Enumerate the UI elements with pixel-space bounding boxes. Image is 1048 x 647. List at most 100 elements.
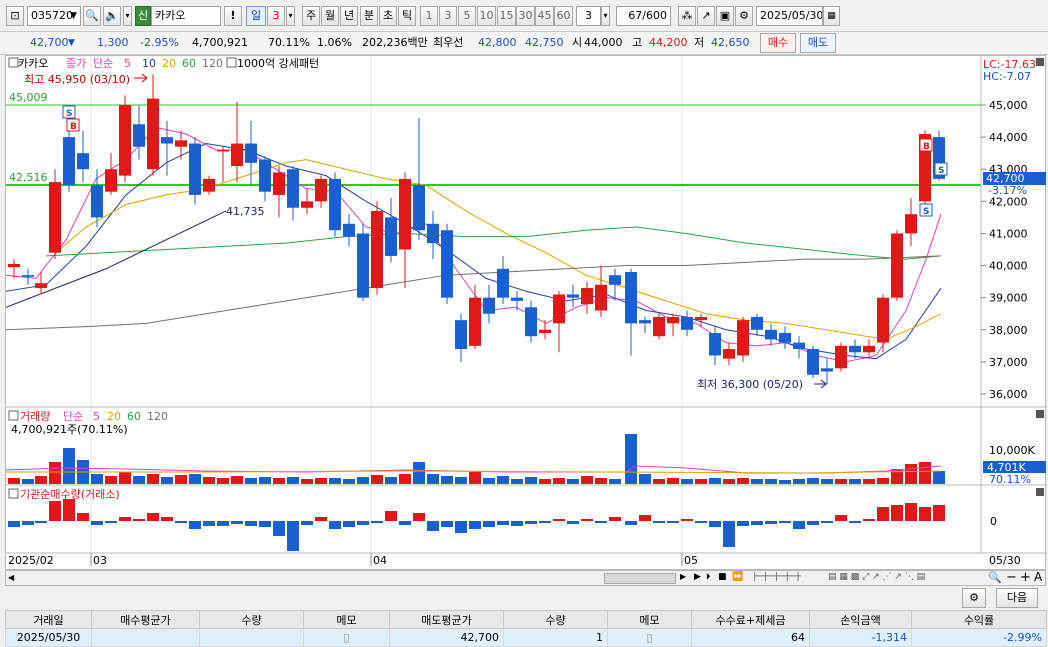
stock-chart[interactable]: SBBSS 카카오 종가 단순 5 10 20 60 120 1000억 강세패… — [5, 55, 1047, 571]
alert-button[interactable]: ! — [224, 6, 242, 26]
cell-date[interactable]: 2025/05/30 — [5, 628, 92, 647]
interval-15-button[interactable]: 15 — [497, 6, 516, 26]
period-year-button[interactable]: 년 — [340, 6, 358, 26]
cell-buy-qty[interactable] — [199, 628, 304, 647]
grid-tool-icon[interactable]: ⁂ — [678, 6, 696, 26]
chevron-down-icon[interactable]: ▾ — [123, 6, 132, 26]
interval-60-button[interactable]: 60 — [554, 6, 573, 26]
institution-bar — [835, 515, 847, 521]
price-tick-label: 45,000 — [989, 99, 1028, 112]
candle-body — [301, 201, 313, 208]
institution-bar — [259, 521, 271, 527]
chart-tools-icon[interactable]: ▤ ▦ ▩ ⤢ ↗ ⋰ ↗ ⋱ ▤ — [828, 572, 982, 582]
pattern-toggle-icon[interactable] — [226, 57, 237, 68]
save-icon[interactable]: ▣ — [716, 6, 734, 26]
speaker-icon[interactable]: 🔈 — [103, 6, 121, 26]
window-icon[interactable]: ⊡ — [6, 6, 24, 26]
institution-bar — [737, 521, 749, 526]
low-marker-label: 최저 36,300 (05/20) — [697, 378, 803, 391]
cell-sell-qty[interactable]: 1 — [503, 628, 608, 647]
draw-tool-icon[interactable]: ↗ — [697, 6, 715, 26]
candle-body — [35, 283, 47, 289]
period-dropdown-icon[interactable]: ▾ — [286, 6, 295, 26]
col-header[interactable]: 매수평균가 — [91, 610, 200, 629]
cell-return[interactable]: -2.99% — [911, 628, 1047, 647]
open-label: 시 — [572, 36, 583, 49]
cell-fee[interactable]: 64 — [691, 628, 810, 647]
interval-45-button[interactable]: 45 — [535, 6, 554, 26]
candle-body — [553, 294, 565, 324]
chart-canvas[interactable]: SBBSS 카카오 종가 단순 5 10 20 60 120 1000억 강세패… — [5, 56, 1047, 571]
col-header[interactable]: 매도평균가 — [389, 610, 504, 629]
institution-bar — [667, 521, 679, 523]
institution-bar — [723, 521, 735, 547]
period-month-button[interactable]: 월 — [321, 6, 339, 26]
step-forward-icon[interactable]: ⏵ — [706, 572, 716, 582]
zoom-out-icon[interactable]: − — [1006, 570, 1018, 585]
col-header[interactable]: 수익률 — [911, 610, 1047, 629]
zoom-in-icon[interactable]: + — [1020, 570, 1032, 585]
col-header[interactable]: 수량 — [199, 610, 304, 629]
date-input[interactable]: 2025/05/30 — [756, 6, 823, 26]
col-header[interactable]: 손익금액 — [809, 610, 912, 629]
high-arrow-icon — [134, 73, 148, 83]
scroll-right-icon[interactable]: ▶ — [680, 572, 690, 581]
candle-body — [681, 316, 693, 330]
interval-5-button[interactable]: 5 — [458, 6, 476, 26]
code-dropdown-icon[interactable]: ▼ — [67, 7, 80, 25]
cell-buy-avg[interactable] — [91, 628, 200, 647]
vol-legend-toggle-icon[interactable] — [8, 410, 19, 421]
gear-icon[interactable]: ⚙ — [962, 588, 986, 608]
stop-icon[interactable]: ■ — [718, 572, 728, 582]
candle-body — [709, 332, 721, 356]
gear-icon[interactable]: ⚙ — [735, 6, 753, 26]
cell-pnl[interactable]: -1,314 — [809, 628, 912, 647]
memo-icon[interactable]: ▯ — [303, 628, 390, 647]
period-day-count[interactable]: 3 — [267, 6, 285, 26]
scroll-thumb[interactable] — [604, 573, 676, 584]
vol-pane-close-icon[interactable] — [1036, 410, 1044, 418]
text-tool-icon[interactable]: A — [1034, 570, 1046, 584]
period-minute-button[interactable]: 분 — [360, 6, 378, 26]
period-day-button[interactable]: 일 — [246, 6, 266, 26]
period-tick-button[interactable]: 틱 — [398, 6, 416, 26]
search-icon[interactable]: 🔍 — [988, 571, 1002, 584]
col-header[interactable]: 수량 — [503, 610, 608, 629]
period-week-button[interactable]: 주 — [302, 6, 320, 26]
buy-button[interactable]: 매수 — [760, 33, 796, 53]
price-pane-close-icon[interactable] — [1036, 58, 1044, 66]
candle-body — [737, 320, 749, 356]
interval-dropdown-icon[interactable]: ▾ — [601, 6, 610, 26]
sell-button[interactable]: 매도 — [800, 33, 836, 53]
scroll-left-icon[interactable]: ◀ — [8, 573, 18, 583]
xaxis-label-start: 2025/02 — [8, 554, 54, 567]
volume-bar — [595, 478, 607, 484]
inst-legend-toggle-icon[interactable] — [8, 488, 19, 499]
calendar-icon[interactable]: ▦ — [823, 6, 840, 26]
col-header[interactable]: 메모 — [607, 610, 692, 629]
period-second-button[interactable]: 초 — [379, 6, 397, 26]
bar-count-input[interactable]: 67/600 — [616, 6, 671, 26]
interval-1-button[interactable]: 1 — [420, 6, 438, 26]
table-row[interactable]: 2025/05/30 ▯ 42,700 1 ▯ 64 -1,314 -2.99% — [5, 628, 1047, 647]
institution-bar — [539, 521, 551, 523]
interval-30-button[interactable]: 30 — [516, 6, 535, 26]
interval-10-button[interactable]: 10 — [477, 6, 496, 26]
memo-icon[interactable]: ▯ — [607, 628, 692, 647]
inst-pane-close-icon[interactable] — [1036, 488, 1044, 496]
interval-count-select[interactable]: 3 — [576, 6, 601, 26]
col-header[interactable]: 수수료+제세금 — [691, 610, 810, 629]
stock-name-field[interactable]: 카카오 — [151, 6, 221, 26]
col-header[interactable]: 메모 — [303, 610, 390, 629]
candle-body — [595, 284, 607, 311]
cell-sell-avg[interactable]: 42,700 — [389, 628, 504, 647]
interval-3-button[interactable]: 3 — [439, 6, 457, 26]
play-icon[interactable]: ▶ — [694, 572, 704, 582]
next-button[interactable]: 다음 — [996, 588, 1038, 608]
col-header[interactable]: 거래일 — [5, 610, 92, 629]
search-icon[interactable]: 🔍 — [83, 6, 101, 26]
zoom-slider[interactable]: ├─┼─┼─┼─┼ — [752, 572, 822, 582]
current-price-pct: -3.17% — [988, 184, 1027, 197]
fast-forward-icon[interactable]: ⏩ — [732, 572, 746, 582]
legend-toggle-icon[interactable] — [8, 57, 19, 68]
